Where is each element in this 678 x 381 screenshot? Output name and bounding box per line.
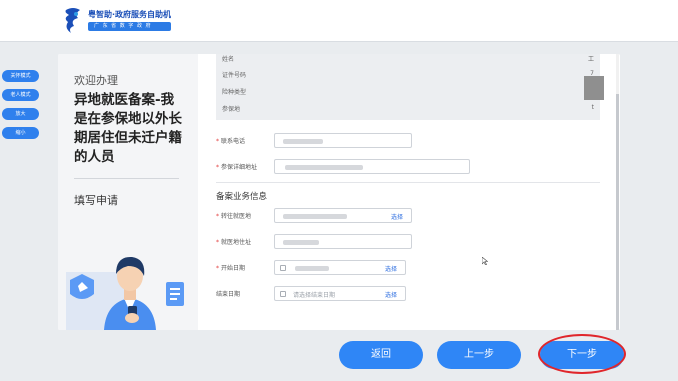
masked-value: [283, 214, 347, 219]
mouse-cursor-icon: [482, 257, 488, 265]
insurance-type-label: 险种类型: [222, 89, 247, 96]
address-field: * 参保详细地址: [216, 159, 470, 174]
care-mode-button[interactable]: 关怀模式: [2, 70, 39, 82]
move-to-input[interactable]: 选择: [274, 208, 412, 223]
insured-place-value: t: [591, 104, 594, 111]
scrollbar-thumb[interactable]: [616, 94, 619, 330]
logo-subtitle: 广 东 省 数 字 政 府: [88, 22, 172, 31]
required-mark: *: [216, 164, 219, 171]
masked-value: [295, 266, 329, 271]
start-date-input[interactable]: 选择: [274, 260, 406, 275]
end-date-input[interactable]: 请选择结束日期 选择: [274, 286, 406, 301]
move-to-label: 转往就医地: [221, 213, 252, 220]
calendar-icon: [280, 291, 286, 297]
required-mark: *: [216, 265, 219, 272]
residence-input[interactable]: [274, 234, 412, 249]
id-number-label: 证件号码: [222, 72, 247, 79]
top-header: 粤智助·政府服务自助机 广 东 省 数 字 政 府: [0, 0, 678, 42]
form-scrollbar[interactable]: [616, 54, 619, 330]
start-date-label: 开始日期: [221, 265, 246, 272]
start-date-select-link[interactable]: 选择: [385, 264, 397, 273]
app-logo: 粤智助·政府服务自助机 广 东 省 数 字 政 府: [62, 6, 172, 34]
accessibility-mode-buttons: 关怀模式 老人模式 放大 缩小: [2, 70, 39, 139]
application-card: 欢迎办理 异地就医备案-我是在参保地以外长期居住但未迁户籍的人员 填写申请 姓名…: [58, 54, 620, 330]
insured-info-block: 姓名 工 证件号码 7 险种类型 参保地 t: [216, 54, 604, 120]
welcome-text: 欢迎办理: [74, 74, 118, 87]
masked-value: [283, 240, 319, 245]
residence-field: * 就医地住址: [216, 234, 412, 249]
calendar-icon: [280, 265, 286, 271]
section-title: 备案业务信息: [216, 192, 268, 202]
staff-illustration: [66, 256, 184, 330]
masked-value: [283, 139, 323, 144]
end-date-field: 结束日期 请选择结束日期 选择: [216, 286, 406, 301]
insured-place-label: 参保地: [222, 106, 241, 113]
address-input[interactable]: [274, 159, 470, 174]
logo-title: 粤智助·政府服务自助机: [88, 10, 172, 19]
start-date-field: * 开始日期 选择: [216, 260, 406, 275]
highlight-annotation: [538, 334, 626, 374]
phone-input[interactable]: [274, 133, 412, 148]
service-info-panel: 欢迎办理 异地就医备案-我是在参保地以外长期居住但未迁户籍的人员 填写申请: [58, 54, 198, 330]
residence-label: 就医地住址: [221, 239, 252, 246]
masked-value: [285, 165, 363, 170]
name-label: 姓名: [222, 56, 235, 63]
panel-divider: [74, 178, 179, 179]
phone-field: * 联系电话: [216, 133, 412, 148]
section-divider: [216, 182, 600, 183]
logo-icon: [65, 8, 80, 33]
phone-label: 联系电话: [221, 138, 246, 145]
elder-mode-button[interactable]: 老人模式: [2, 89, 39, 101]
redacted-block: [584, 76, 604, 100]
move-to-field: * 转往就医地 选择: [216, 208, 412, 223]
step-label: 填写申请: [74, 194, 118, 207]
end-date-placeholder: 请选择结束日期: [293, 292, 336, 299]
required-mark: *: [216, 239, 219, 246]
zoom-in-button[interactable]: 放大: [2, 108, 39, 120]
back-button[interactable]: 返回: [339, 341, 423, 369]
required-mark: *: [216, 213, 219, 220]
application-form: 姓名 工 证件号码 7 险种类型 参保地 t * 联系电话 * 参保详细地址 备案业…: [198, 54, 620, 330]
service-title: 异地就医备案-我是在参保地以外长期居住但未迁户籍的人员: [74, 92, 182, 165]
move-to-select-link[interactable]: 选择: [391, 212, 403, 221]
end-date-label: 结束日期: [216, 291, 241, 298]
end-date-select-link[interactable]: 选择: [385, 290, 397, 299]
required-mark: *: [216, 138, 219, 145]
zoom-out-button[interactable]: 缩小: [2, 127, 39, 139]
previous-step-button[interactable]: 上一步: [437, 341, 521, 369]
address-label: 参保详细地址: [221, 164, 258, 171]
name-value: 工: [587, 56, 594, 63]
